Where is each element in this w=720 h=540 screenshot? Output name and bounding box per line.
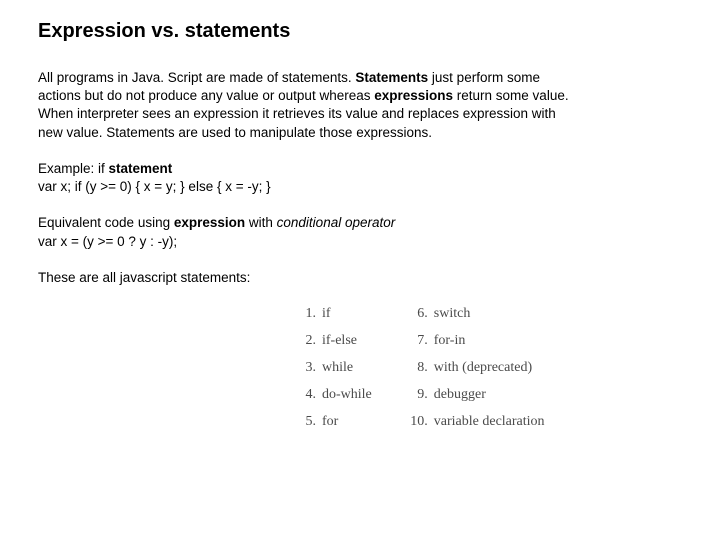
text: All programs in Java. Script are made of…	[38, 70, 355, 85]
list-num: 6.	[410, 305, 428, 324]
list-item: 10. variable declaration	[410, 413, 545, 432]
list-text: if	[322, 305, 331, 324]
list-item: 1. if	[298, 305, 372, 324]
list-item: 9. debugger	[410, 386, 545, 405]
example-expression: Equivalent code using expression with co…	[38, 214, 578, 250]
list-item: 6. switch	[410, 305, 545, 324]
intro-paragraph: All programs in Java. Script are made of…	[38, 69, 578, 142]
bold-expression: expression	[174, 215, 245, 230]
list-item: 4. do-while	[298, 386, 372, 405]
list-text: debugger	[434, 386, 486, 405]
text: with	[245, 215, 277, 230]
list-num: 5.	[298, 413, 316, 432]
list-item: 8. with (deprecated)	[410, 359, 545, 378]
list-text: for-in	[434, 332, 466, 351]
list-item: 3. while	[298, 359, 372, 378]
list-num: 7.	[410, 332, 428, 351]
bold-statement: statement	[109, 161, 173, 176]
list-text: do-while	[322, 386, 372, 405]
list-text: for	[322, 413, 338, 432]
statements-list: 1.if 2.if-else 3.while 4.do-while 5.for …	[298, 305, 682, 431]
list-text: while	[322, 359, 353, 378]
bold-statements: Statements	[355, 70, 428, 85]
list-item: 2. if-else	[298, 332, 372, 351]
text: Example: if	[38, 161, 109, 176]
italic-conditional: conditional operator	[277, 215, 396, 230]
list-num: 3.	[298, 359, 316, 378]
list-item: 5. for	[298, 413, 372, 432]
list-num: 8.	[410, 359, 428, 378]
code-line: var x; if (y >= 0) { x = y; } else { x =…	[38, 179, 271, 194]
list-num: 4.	[298, 386, 316, 405]
code-line: var x = (y >= 0 ? y : -y);	[38, 234, 177, 249]
list-col-2: 6. switch 7. for-in 8. with (deprecated) 9.…	[410, 305, 545, 431]
list-num: 9.	[410, 386, 428, 405]
example-statement: Example: if statement var x; if (y >= 0)…	[38, 160, 578, 196]
list-col-1: 1. if 2. if-else 3. while 4. do-while 5. for	[298, 305, 372, 431]
list-text: variable declaration	[434, 413, 545, 432]
text: Equivalent code using	[38, 215, 174, 230]
list-num: 10.	[410, 413, 428, 432]
bold-expressions: expressions	[374, 88, 453, 103]
list-item: 7. for-in	[410, 332, 545, 351]
list-num: 1.	[298, 305, 316, 324]
list-text: if-else	[322, 332, 357, 351]
list-text: switch	[434, 305, 471, 324]
list-intro: These are all javascript statements:	[38, 269, 578, 287]
list-text: with (deprecated)	[434, 359, 532, 378]
list-num: 2.	[298, 332, 316, 351]
page-title: Expression vs. statements	[38, 18, 682, 45]
